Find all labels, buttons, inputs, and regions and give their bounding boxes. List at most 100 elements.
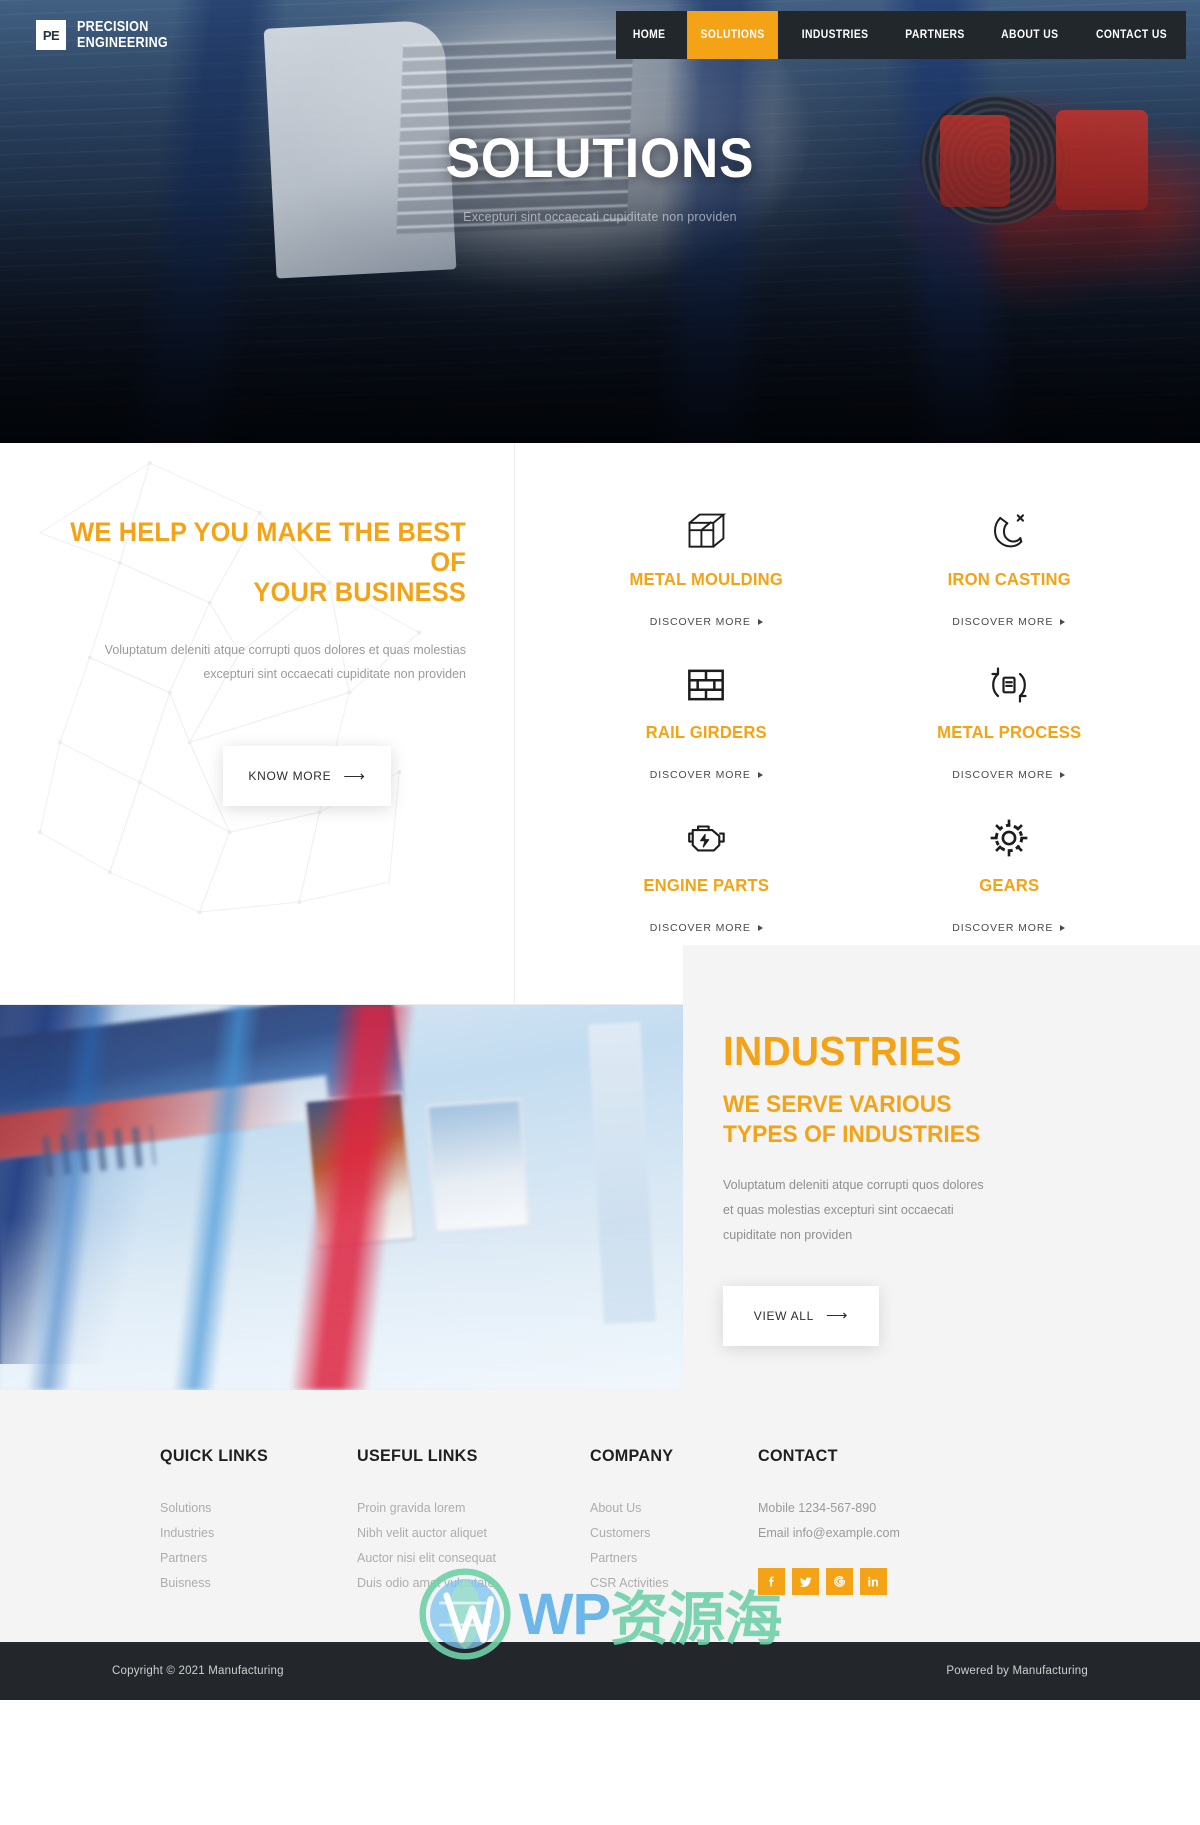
nav-item-partners[interactable]: PARTNERS [892, 11, 978, 59]
list-item[interactable]: Industries [160, 1521, 357, 1546]
footer-column-useful-links: USEFUL LINKS Proin gravida lorem Nibh ve… [357, 1446, 590, 1596]
cube-icon [561, 509, 852, 555]
discover-more-label: DISCOVER MORE [649, 922, 751, 934]
service-title: METAL PROCESS [936, 722, 1081, 742]
contact-email[interactable]: Email info@example.com [758, 1521, 955, 1546]
nav-item-industries[interactable]: INDUSTRIES [788, 11, 882, 59]
discover-more-link-rail-girders[interactable]: DISCOVER MORE [650, 769, 763, 781]
industries-section: INDUSTRIES WE SERVE VARIOUS TYPES OF IND… [0, 945, 1200, 1390]
industries-image [0, 1005, 683, 1390]
service-card-iron-casting[interactable]: IRON CASTING DISCOVER MORE [858, 499, 1161, 638]
list-item[interactable]: Proin gravida lorem [357, 1496, 590, 1521]
site-header: PE PRECISION ENGINEERING HOME SOLUTIONS … [0, 0, 1200, 70]
hero-subtitle: Excepturi sint occaecati cupiditate non … [463, 210, 737, 224]
nav-item-about-us[interactable]: ABOUT US [988, 11, 1072, 59]
service-card-gears[interactable]: GEARS DISCOVER MORE [858, 805, 1161, 944]
footer-column-title: CONTACT [758, 1446, 838, 1465]
service-card-rail-girders[interactable]: RAIL GIRDERS DISCOVER MORE [555, 652, 858, 791]
footer-column-contact: CONTACT Mobile 1234-567-890 Email info@e… [758, 1446, 955, 1596]
footer-column-quick-links: QUICK LINKS Solutions Industries Partner… [160, 1446, 357, 1596]
site-footer: QUICK LINKS Solutions Industries Partner… [0, 1390, 1200, 1642]
page-title: SOLUTIONS [445, 126, 755, 189]
discover-more-link-metal-process[interactable]: DISCOVER MORE [952, 769, 1066, 781]
recycle-process-icon [864, 662, 1155, 708]
caret-right-icon [757, 772, 763, 778]
twitter-icon[interactable] [792, 1568, 819, 1595]
discover-more-label: DISCOVER MORE [952, 922, 1054, 934]
caret-right-icon [1060, 925, 1066, 931]
list-item[interactable]: Auctor nisi elit consequat [357, 1546, 590, 1571]
brick-wall-icon [561, 662, 852, 708]
footer-column-title: COMPANY [590, 1446, 674, 1465]
service-card-metal-moulding[interactable]: METAL MOULDING DISCOVER MORE [555, 499, 858, 638]
site-logo[interactable]: PE PRECISION ENGINEERING [36, 17, 185, 51]
footer-link-list: Proin gravida lorem Nibh velit auctor al… [357, 1496, 590, 1596]
industries-card: INDUSTRIES WE SERVE VARIOUS TYPES OF IND… [683, 945, 1200, 1390]
list-item[interactable]: Buisness [160, 1571, 357, 1596]
footer-link-list: About Us Customers Partners CSR Activiti… [590, 1496, 758, 1596]
linkedin-icon[interactable] [860, 1568, 887, 1595]
hero-content: SOLUTIONS Excepturi sint occaecati cupid… [0, 126, 1200, 225]
service-title: METAL MOULDING [629, 569, 784, 589]
main-navigation[interactable]: HOME SOLUTIONS INDUSTRIES PARTNERS ABOUT… [615, 11, 1186, 59]
list-item[interactable]: About Us [590, 1496, 758, 1521]
station-pillar-shape [588, 1021, 656, 1325]
discover-more-link-engine-parts[interactable]: DISCOVER MORE [650, 922, 763, 934]
gear-icon [864, 815, 1155, 861]
service-title: RAIL GIRDERS [645, 722, 767, 742]
list-item[interactable]: Partners [590, 1546, 758, 1571]
discover-more-link-iron-casting[interactable]: DISCOVER MORE [952, 616, 1066, 628]
nav-item-home[interactable]: HOME [619, 11, 679, 59]
hero-section: PE PRECISION ENGINEERING HOME SOLUTIONS … [0, 0, 1200, 443]
list-item[interactable]: Customers [590, 1521, 758, 1546]
nav-item-contact-us[interactable]: CONTACT US [1082, 11, 1180, 59]
logo-text: PRECISION ENGINEERING [77, 17, 168, 51]
list-item[interactable]: Partners [160, 1546, 357, 1571]
know-more-button[interactable]: KNOW MORE ⟶ [223, 746, 391, 807]
services-grid: METAL MOULDING DISCOVER MORE IRON CASTIN… [515, 443, 1200, 1004]
caret-right-icon [757, 619, 763, 625]
social-links [758, 1568, 955, 1595]
copyright-bar: Copyright © 2021 Manufacturing Powered b… [0, 1642, 1200, 1700]
google-icon[interactable] [826, 1568, 853, 1595]
service-card-metal-process[interactable]: METAL PROCESS DISCOVER MORE [858, 652, 1161, 791]
industries-kicker: INDUSTRIES [723, 1028, 962, 1074]
intro-panel: WE HELP YOU MAKE THE BEST OF YOUR BUSINE… [0, 443, 515, 1004]
discover-more-label: DISCOVER MORE [952, 616, 1054, 628]
station-billboard-shape [303, 1090, 417, 1250]
discover-more-label: DISCOVER MORE [952, 769, 1054, 781]
powered-by-text: Powered by Manufacturing [946, 1665, 1088, 1677]
footer-columns: QUICK LINKS Solutions Industries Partner… [0, 1446, 1200, 1596]
facebook-icon[interactable] [758, 1568, 785, 1595]
footer-link-list: Solutions Industries Partners Buisness [160, 1496, 357, 1596]
list-item[interactable]: Duis odio amet vulputate [357, 1571, 590, 1596]
footer-column-title: QUICK LINKS [160, 1446, 269, 1465]
discover-more-label: DISCOVER MORE [649, 769, 751, 781]
intro-title-line-2: YOUR BUSINESS [253, 577, 466, 608]
contact-mobile: Mobile 1234-567-890 [758, 1501, 877, 1515]
list-item[interactable]: Nibh velit auctor aliquet [357, 1521, 590, 1546]
service-title: GEARS [978, 875, 1039, 895]
view-all-button[interactable]: VIEW ALL ⟶ [723, 1285, 879, 1346]
service-title: IRON CASTING [947, 569, 1071, 589]
nav-item-solutions[interactable]: SOLUTIONS [687, 11, 779, 59]
discover-more-link-gears[interactable]: DISCOVER MORE [952, 922, 1066, 934]
industries-paragraph: Voluptatum deleniti atque corrupti quos … [723, 1177, 984, 1242]
service-card-engine-parts[interactable]: ENGINE PARTS DISCOVER MORE [555, 805, 858, 944]
platform-crowd-shape [42, 1125, 156, 1177]
solutions-section: WE HELP YOU MAKE THE BEST OF YOUR BUSINE… [0, 443, 1200, 1005]
industries-heading-line-2: TYPES OF INDUSTRIES [723, 1121, 981, 1149]
industries-heading-line-1: WE SERVE VARIOUS [723, 1091, 952, 1118]
logo-line-2: ENGINEERING [77, 34, 168, 51]
service-title: ENGINE PARTS [643, 875, 770, 895]
discover-more-link-metal-moulding[interactable]: DISCOVER MORE [650, 616, 763, 628]
logo-line-1: PRECISION [77, 17, 149, 35]
list-item[interactable]: Solutions [160, 1496, 357, 1521]
magnet-icon [864, 509, 1155, 555]
intro-paragraph: Voluptatum deleniti atque corrupti quos … [104, 642, 466, 682]
industries-heading: WE SERVE VARIOUS TYPES OF INDUSTRIES [723, 1090, 1143, 1151]
list-item[interactable]: CSR Activities [590, 1571, 758, 1596]
train-shape [0, 1005, 406, 1161]
intro-title: WE HELP YOU MAKE THE BEST OF YOUR BUSINE… [28, 517, 466, 608]
copyright-text: Copyright © 2021 Manufacturing [112, 1665, 284, 1677]
